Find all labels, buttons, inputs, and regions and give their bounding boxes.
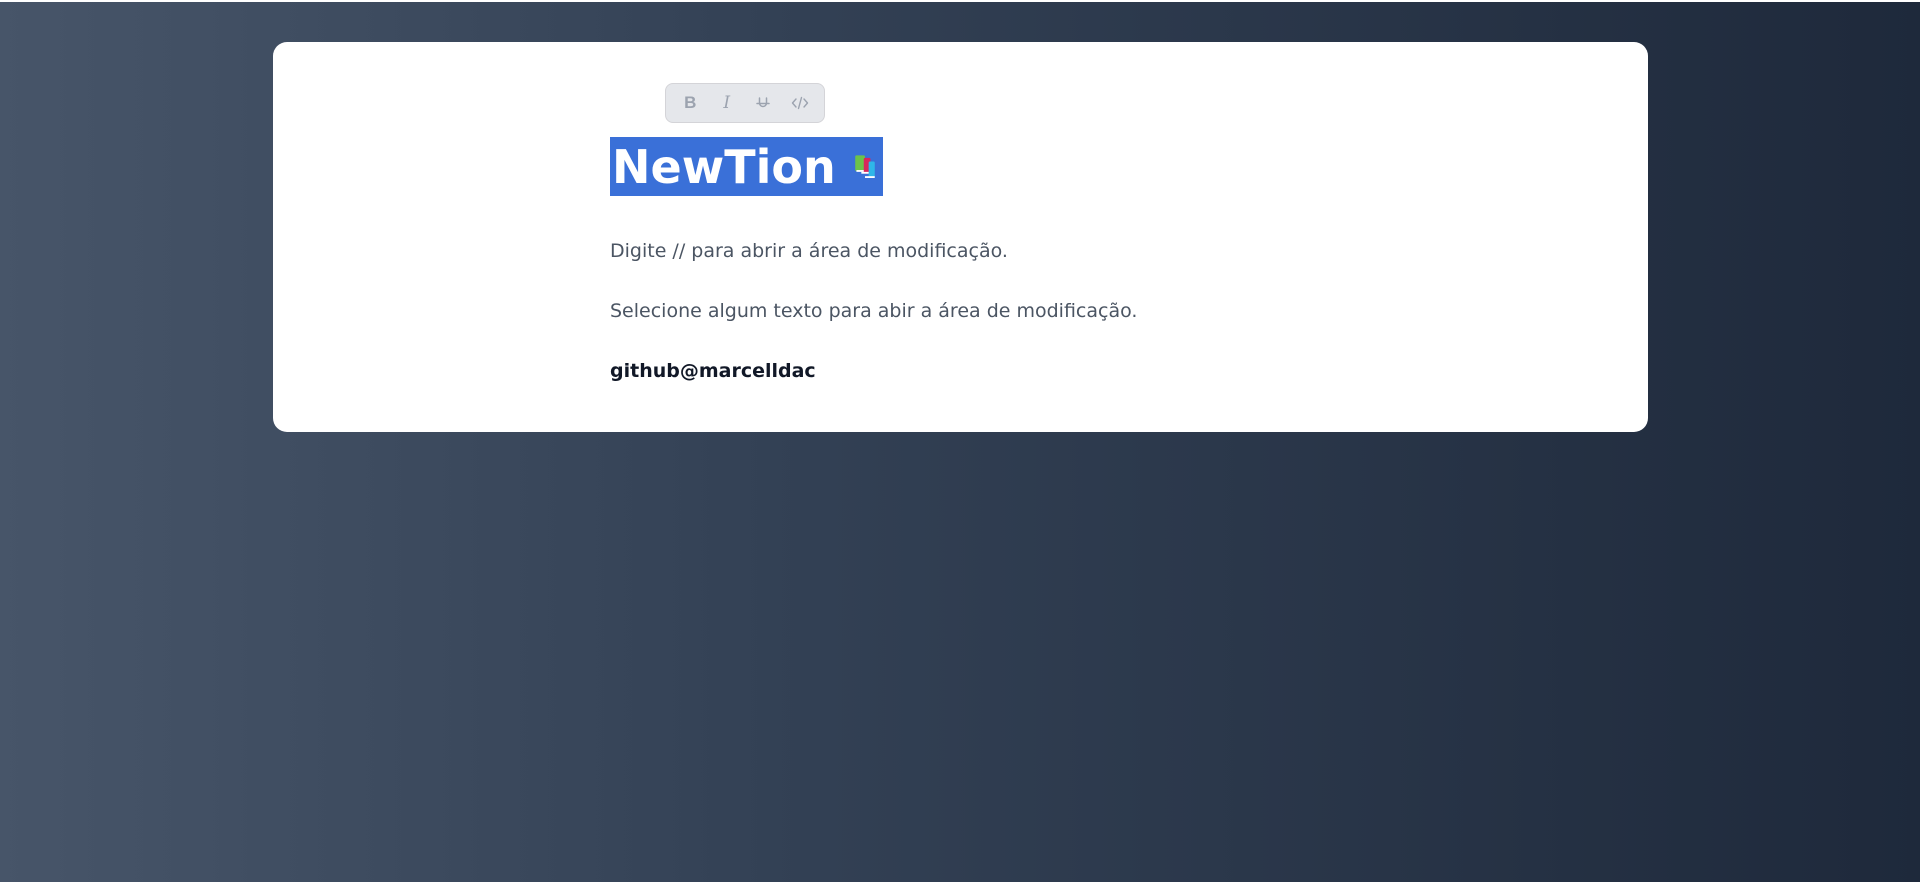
window-top-edge [0,0,1920,2]
document-title-selection[interactable]: NewTion [610,137,883,196]
books-icon [854,154,875,178]
strikethrough-button[interactable] [747,87,779,119]
code-icon [791,96,808,110]
strikethrough-icon [756,97,770,108]
code-button[interactable] [784,87,816,119]
paragraph-author[interactable]: github@marcelldac [610,360,816,382]
bold-button[interactable]: B [674,87,706,119]
editor-card[interactable]: B I NewTion Digite // para abrir a área … [273,42,1648,432]
document-title[interactable]: NewTion [612,144,836,190]
paragraph-hint-slash[interactable]: Digite // para abrir a área de modificaç… [610,240,1008,262]
italic-button[interactable]: I [711,87,743,119]
bubble-menu-toolbar: B I [665,83,825,123]
paragraph-hint-select[interactable]: Selecione algum texto para abir a área d… [610,300,1137,322]
